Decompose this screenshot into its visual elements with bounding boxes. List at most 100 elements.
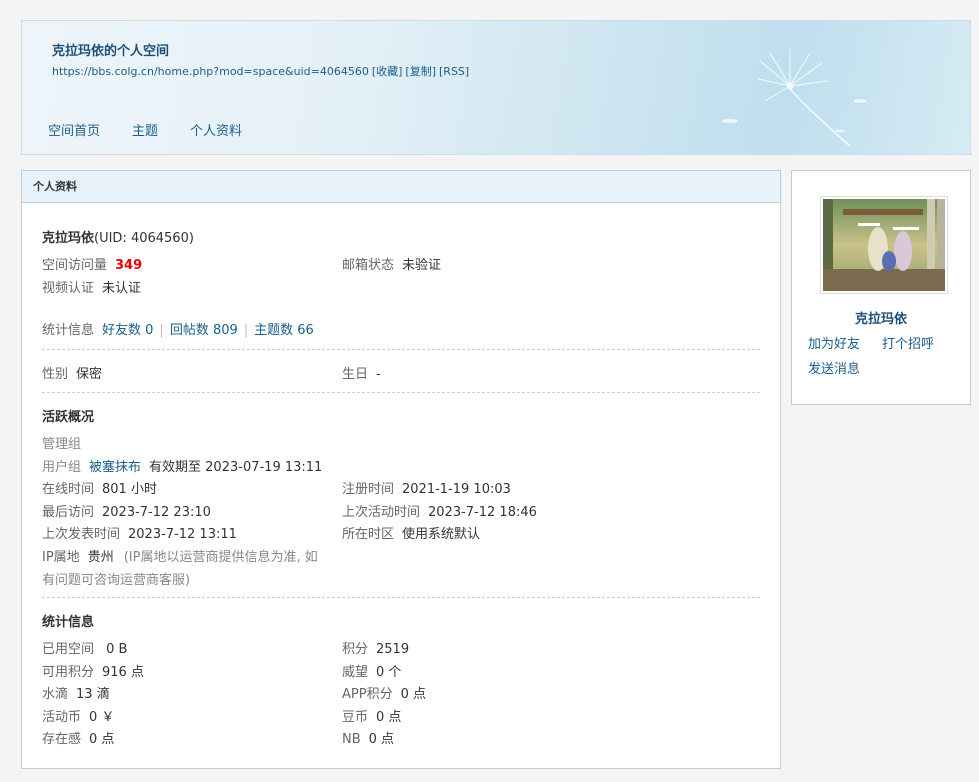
email-label: 邮箱状态 — [342, 258, 395, 273]
email-value: 未验证 — [402, 258, 442, 273]
stat-item: 积分 2519 — [342, 638, 409, 657]
ip-note: (IP属地以运营商提供信息为准, 如 — [123, 550, 318, 565]
visits-value: 349 — [115, 258, 143, 273]
timezone-value: 使用系统默认 — [402, 527, 481, 542]
last-post-value: 2023-7-12 13:11 — [128, 527, 237, 542]
profile-uid: (UID: 4064560) — [94, 231, 194, 246]
stat-value: 0 点 — [400, 687, 426, 702]
online-row: 在线时间 801 小时 — [42, 478, 157, 497]
space-url: https://bbs.colg.cn/home.php?mod=space&u… — [52, 63, 472, 79]
user-group-label: 用户组 — [42, 460, 82, 475]
divider: | — [243, 323, 249, 338]
greet-link[interactable]: 打个招呼 — [882, 333, 934, 352]
reg-value: 2021-1-19 10:03 — [402, 482, 511, 497]
stats-row: 统计信息 好友数 0 | 回帖数 809 | 主题数 66 — [42, 319, 314, 338]
send-message-link[interactable]: 发送消息 — [808, 358, 860, 377]
space-header: 克拉玛依的个人空间 https://bbs.colg.cn/home.php?m… — [21, 20, 971, 155]
stat-value: 0 个 — [376, 665, 402, 680]
favorite-link[interactable]: [收藏] — [372, 65, 403, 78]
activity-title: 活跃概况 — [42, 410, 95, 425]
stat-label: APP积分 — [342, 687, 393, 702]
nav-space-home[interactable]: 空间首页 — [48, 120, 100, 139]
stat-value: 0 B — [102, 642, 128, 657]
stat-label: 豆币 — [342, 710, 369, 725]
stat-value: 0 点 — [368, 732, 395, 747]
visits-label: 空间访问量 — [42, 258, 108, 273]
gender-label: 性别 — [42, 367, 69, 382]
timezone-label: 所在时区 — [342, 527, 395, 542]
birthday-row: 生日 - — [342, 363, 381, 382]
profile-name: 克拉玛依 — [42, 231, 95, 246]
stat-label: 可用积分 — [42, 665, 95, 680]
user-card: 克拉玛依 加为好友 打个招呼 发送消息 — [791, 170, 971, 405]
video-value: 未认证 — [102, 281, 142, 296]
stat-item: APP积分 0 点 — [342, 683, 426, 702]
dandelion-decoration — [722, 49, 866, 147]
stat-item: 存在感 0 点 — [42, 728, 114, 747]
gender-row: 性别 保密 — [42, 363, 102, 382]
space-url-text[interactable]: https://bbs.colg.cn/home.php?mod=space&u… — [52, 65, 369, 78]
nav-threads[interactable]: 主题 — [132, 120, 158, 139]
last-active-value: 2023-7-12 18:46 — [428, 505, 537, 520]
last-visit-row: 最后访问 2023-7-12 23:10 — [42, 501, 211, 520]
stat-item: NB 0 点 — [342, 728, 394, 747]
replies-count-link[interactable]: 回帖数 809 — [170, 323, 238, 338]
video-label: 视频认证 — [42, 281, 95, 296]
stat-value: 0 点 — [376, 710, 402, 725]
ip-note-continued: 有问题可咨询运营商客服) — [42, 573, 191, 588]
stat-value: 13 滴 — [76, 687, 110, 702]
friends-count-link[interactable]: 好友数 0 — [102, 323, 153, 338]
nav-profile[interactable]: 个人资料 — [190, 120, 242, 139]
email-row: 邮箱状态 未验证 — [342, 254, 441, 273]
birthday-label: 生日 — [342, 367, 369, 382]
last-visit-label: 最后访问 — [42, 505, 95, 520]
user-group-row: 用户组 被塞抹布 有效期至 2023-07-19 13:11 — [42, 456, 322, 475]
stat-item: 活动币 0 ￥ — [42, 706, 114, 725]
admin-group: 管理组 — [42, 437, 82, 452]
section-divider — [42, 597, 760, 598]
ip-row: IP属地 贵州 (IP属地以运营商提供信息为准, 如 — [42, 546, 318, 565]
video-row: 视频认证 未认证 — [42, 277, 141, 296]
stat-label: 活动币 — [42, 710, 82, 725]
ip-value: 贵州 — [87, 550, 114, 565]
last-post-label: 上次发表时间 — [42, 527, 121, 542]
stat-label: 存在感 — [42, 732, 82, 747]
stats-label: 统计信息 — [42, 323, 95, 338]
stat-value: 916 点 — [102, 665, 144, 680]
ip-label: IP属地 — [42, 550, 80, 565]
profile-panel: 个人资料 克拉玛依(UID: 4064560) 空间访问量 349 邮箱状态 未验证… — [21, 170, 781, 769]
avatar[interactable] — [820, 196, 948, 294]
space-title: 克拉玛依的个人空间 — [52, 44, 170, 59]
profile-name-row: 克拉玛依(UID: 4064560) — [42, 227, 194, 246]
add-friend-link[interactable]: 加为好友 — [808, 333, 860, 352]
profile-panel-title: 个人资料 — [22, 171, 780, 203]
stat-label: NB — [342, 732, 361, 747]
user-group-expiry: 有效期至 2023-07-19 13:11 — [149, 460, 323, 475]
reg-label: 注册时间 — [342, 482, 395, 497]
stat-item: 水滴 13 滴 — [42, 683, 110, 702]
stat-item: 威望 0 个 — [342, 661, 401, 680]
online-label: 在线时间 — [42, 482, 95, 497]
threads-count-link[interactable]: 主题数 66 — [254, 323, 314, 338]
last-post-row: 上次发表时间 2023-7-12 13:11 — [42, 523, 237, 542]
user-group-link[interactable]: 被塞抹布 — [89, 460, 141, 475]
stat-value: 0 ￥ — [89, 710, 115, 725]
statistics-title: 统计信息 — [42, 615, 95, 630]
avatar-image — [823, 199, 945, 291]
stat-item: 豆币 0 点 — [342, 706, 401, 725]
rss-link[interactable]: [RSS] — [439, 65, 469, 78]
birthday-value: - — [376, 367, 381, 382]
copy-link[interactable]: [复制] — [405, 65, 436, 78]
last-active-row: 上次活动时间 2023-7-12 18:46 — [342, 501, 537, 520]
divider: | — [159, 323, 164, 338]
stat-label: 已用空间 — [42, 642, 95, 657]
stat-label: 威望 — [342, 665, 369, 680]
stat-label: 水滴 — [42, 687, 69, 702]
last-active-label: 上次活动时间 — [342, 505, 421, 520]
stat-item: 可用积分 916 点 — [42, 661, 144, 680]
sidebar-username[interactable]: 克拉玛依 — [792, 308, 970, 327]
stat-item: 已用空间 0 B — [42, 638, 127, 657]
stat-value: 0 点 — [89, 732, 115, 747]
last-visit-value: 2023-7-12 23:10 — [102, 505, 211, 520]
section-divider — [42, 349, 760, 350]
